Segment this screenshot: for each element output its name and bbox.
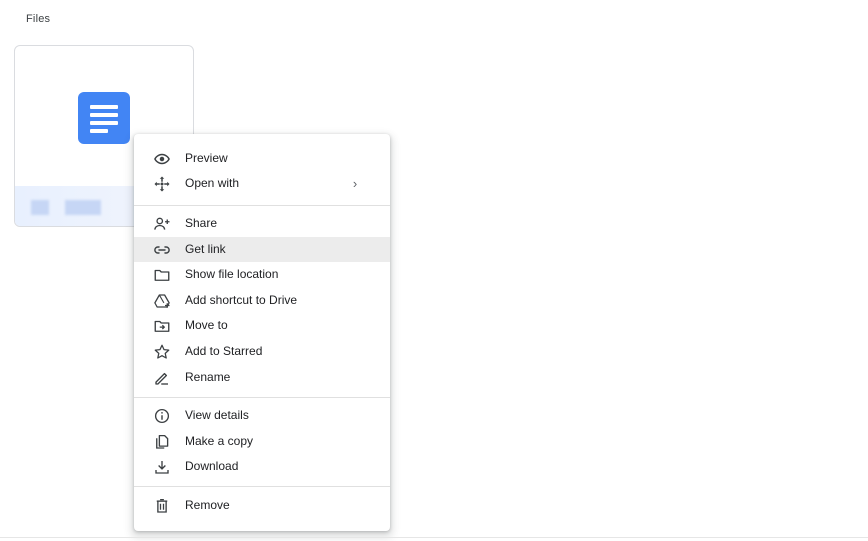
menu-item-label: Show file location xyxy=(185,267,279,281)
drive-page: Files Preview Open with › Share Get link… xyxy=(0,0,868,541)
redacted-file-name xyxy=(31,200,49,215)
menu-item-label: Get link xyxy=(185,242,226,256)
link-icon xyxy=(152,240,172,260)
menu-item-make-a-copy[interactable]: Make a copy xyxy=(134,429,390,454)
google-docs-icon xyxy=(78,92,130,144)
menu-item-label: View details xyxy=(185,408,249,422)
bottom-divider xyxy=(0,537,868,538)
info-icon xyxy=(152,406,172,426)
copy-icon xyxy=(152,432,172,452)
menu-divider xyxy=(134,397,390,398)
menu-item-label: Move to xyxy=(185,318,228,332)
menu-item-label: Download xyxy=(185,459,239,473)
menu-item-preview[interactable]: Preview xyxy=(134,146,390,171)
menu-item-download[interactable]: Download xyxy=(134,454,390,479)
menu-item-label: Remove xyxy=(185,498,230,512)
trash-icon xyxy=(152,496,172,516)
chevron-right-icon: › xyxy=(352,176,358,191)
menu-item-share[interactable]: Share xyxy=(134,211,390,236)
menu-item-show-file-location[interactable]: Show file location xyxy=(134,262,390,287)
menu-item-move-to[interactable]: Move to xyxy=(134,313,390,338)
menu-item-label: Open with xyxy=(185,176,240,190)
menu-item-label: Preview xyxy=(185,151,228,165)
menu-item-get-link[interactable]: Get link xyxy=(134,237,390,262)
menu-item-remove[interactable]: Remove xyxy=(134,493,390,518)
redacted-file-name xyxy=(65,200,101,215)
pencil-icon xyxy=(152,368,172,388)
eye-icon xyxy=(152,149,172,169)
menu-item-label: Add shortcut to Drive xyxy=(185,293,298,307)
menu-item-label: Make a copy xyxy=(185,434,254,448)
star-icon xyxy=(152,342,172,362)
menu-item-add-shortcut[interactable]: Add shortcut to Drive xyxy=(134,288,390,313)
menu-item-label: Share xyxy=(185,216,218,230)
move-arrows-icon xyxy=(152,174,172,194)
menu-item-label: Add to Starred xyxy=(185,344,263,358)
download-icon xyxy=(152,457,172,477)
menu-item-rename[interactable]: Rename xyxy=(134,365,390,390)
move-to-folder-icon xyxy=(152,316,172,336)
menu-item-label: Rename xyxy=(185,370,231,384)
drive-shortcut-icon xyxy=(152,291,172,311)
menu-item-add-to-starred[interactable]: Add to Starred xyxy=(134,339,390,364)
folder-icon xyxy=(152,265,172,285)
section-title: Files xyxy=(26,13,51,25)
menu-item-open-with[interactable]: Open with › xyxy=(134,171,390,196)
menu-divider xyxy=(134,486,390,487)
menu-divider xyxy=(134,205,390,206)
add-person-icon xyxy=(152,214,172,234)
context-menu: Preview Open with › Share Get link Show … xyxy=(134,134,390,531)
menu-item-view-details[interactable]: View details xyxy=(134,403,390,428)
